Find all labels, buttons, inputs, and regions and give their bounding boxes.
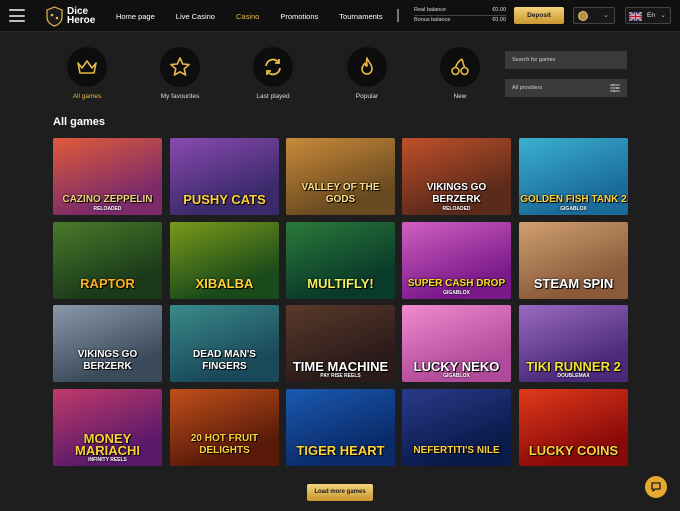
cherries-icon — [451, 58, 469, 76]
game-title: PUSHY CATS — [183, 192, 266, 207]
game-tile[interactable]: MULTIFLY! — [286, 222, 395, 299]
game-title: XIBALBA — [195, 276, 254, 291]
game-subtitle: GIGABLOX — [443, 290, 470, 296]
nav-casino[interactable]: Casino — [236, 12, 259, 21]
language-select[interactable]: En ⌄ — [625, 7, 671, 24]
category-label: My favourites — [160, 93, 200, 100]
currency-select[interactable]: ⌄ — [573, 7, 615, 24]
game-title: TIGER HEART — [296, 443, 385, 458]
category-label: All games — [72, 93, 102, 100]
game-tile[interactable]: CAZINO ZEPPELIN RELOADED — [53, 138, 162, 215]
nav-tournaments[interactable]: Tournaments — [339, 12, 382, 21]
real-balance-label: Real balance — [414, 7, 447, 13]
game-title: SUPER CASH DROP — [407, 278, 506, 289]
chat-button[interactable] — [645, 476, 667, 498]
chevron-down-icon: ⌄ — [603, 12, 609, 19]
game-tile[interactable]: DEAD MAN'S FINGERS — [170, 305, 279, 382]
game-subtitle: INFINITY REELS — [88, 457, 127, 463]
main-nav: Home page Live Casino Casino Promotions … — [116, 0, 404, 32]
game-tile[interactable]: XIBALBA — [170, 222, 279, 299]
game-tile[interactable]: SUPER CASH DROP GIGABLOX — [402, 222, 511, 299]
game-tile[interactable]: VIKINGS GO BERZERK RELOADED — [402, 138, 511, 215]
game-title: LUCKY COINS — [528, 443, 619, 458]
deposit-button[interactable]: Deposit — [514, 7, 564, 24]
coin-icon — [578, 11, 588, 21]
category-label: Popular — [355, 93, 379, 100]
game-tile[interactable]: LUCKY NEKO GIGABLOX — [402, 305, 511, 382]
category-new[interactable]: New — [430, 47, 490, 100]
load-more-button[interactable]: Load more games — [307, 484, 373, 501]
game-title: RAPTOR — [80, 276, 135, 291]
section-title: All games — [53, 116, 105, 128]
game-tile[interactable]: VIKINGS GO BERZERK — [53, 305, 162, 382]
game-title: DEAD MAN'S FINGERS — [193, 349, 256, 372]
game-title: VALLEY OF THE GODS — [301, 182, 380, 205]
game-title: VIKINGS GO BERZERK — [77, 349, 138, 372]
category-last-played[interactable]: Last played — [243, 47, 303, 100]
refresh-icon — [265, 58, 281, 76]
nav-home-page[interactable]: Home page — [116, 12, 155, 21]
game-subtitle: GIGABLOX — [443, 373, 470, 379]
chat-icon — [651, 482, 661, 492]
nav-promotions[interactable]: Promotions — [280, 12, 318, 21]
game-title: MULTIFLY! — [307, 276, 374, 291]
shield-logo-icon — [46, 5, 63, 27]
category-label: Last played — [256, 93, 290, 100]
game-title: TIME MACHINE — [292, 359, 389, 374]
logo[interactable]: Dice Heroe — [46, 5, 95, 27]
game-tile[interactable]: TIKI RUNNER 2 DOUBLEMAX — [519, 305, 628, 382]
game-tile[interactable]: PUSHY CATS — [170, 138, 279, 215]
game-title: 20 HOT FRUIT DELIGHTS — [190, 433, 259, 456]
game-title: NEFERTITI'S NILE — [413, 445, 500, 456]
game-tile[interactable]: LUCKY COINS — [519, 389, 628, 466]
balance-separator — [397, 9, 399, 22]
game-tile[interactable]: GOLDEN FISH TANK 2 GIGABLOX — [519, 138, 628, 215]
game-tile[interactable]: STEAM SPIN — [519, 222, 628, 299]
top-bar: Dice Heroe Home page Live Casino Casino … — [0, 0, 680, 32]
game-title: GOLDEN FISH TANK 2 — [520, 194, 627, 205]
menu-icon[interactable] — [9, 9, 25, 22]
language-label: En — [647, 12, 655, 19]
game-title: LUCKY NEKO — [413, 359, 500, 374]
crown-icon — [77, 60, 97, 74]
game-tile[interactable]: RAPTOR — [53, 222, 162, 299]
game-subtitle: PAY RISE REELS — [320, 373, 361, 379]
chevron-down-icon: ⌄ — [660, 12, 666, 19]
game-tile[interactable]: TIGER HEART — [286, 389, 395, 466]
balances: Real balance €0.00 Bonus balance €0.00 — [397, 5, 506, 25]
game-tile[interactable]: MONEY MARIACHI INFINITY REELS — [53, 389, 162, 466]
game-title: TIKI RUNNER 2 — [526, 359, 621, 374]
game-title: VIKINGS GO BERZERK — [426, 182, 487, 205]
nav-live-casino[interactable]: Live Casino — [176, 12, 215, 21]
flame-icon — [361, 57, 373, 75]
game-tile[interactable]: NEFERTITI'S NILE — [402, 389, 511, 466]
category-my-favourites[interactable]: My favourites — [150, 47, 210, 100]
category-popular[interactable]: Popular — [337, 47, 397, 100]
star-icon — [170, 57, 190, 76]
game-title: STEAM SPIN — [533, 276, 614, 291]
providers-select[interactable]: All providers — [505, 79, 627, 97]
balance-divider — [414, 15, 506, 16]
game-subtitle: RELOADED — [93, 206, 122, 212]
game-title: CAZINO ZEPPELIN — [62, 194, 153, 205]
category-all-games[interactable]: All games — [57, 47, 117, 100]
uk-flag-icon — [629, 12, 642, 21]
game-tile[interactable]: TIME MACHINE PAY RISE REELS — [286, 305, 395, 382]
game-subtitle: DOUBLEMAX — [557, 373, 590, 379]
game-tile[interactable]: VALLEY OF THE GODS — [286, 138, 395, 215]
providers-label: All providers — [512, 85, 543, 91]
game-subtitle: RELOADED — [442, 206, 471, 212]
search-input[interactable] — [505, 51, 627, 69]
logo-text-line2: Heroe — [67, 15, 96, 26]
game-subtitle: GIGABLOX — [560, 206, 587, 212]
bonus-balance-value: €0.00 — [492, 17, 506, 23]
real-balance-value: €0.00 — [492, 7, 506, 13]
bonus-balance-label: Bonus balance — [414, 17, 451, 23]
filter-icon — [610, 84, 620, 92]
game-tile[interactable]: 20 HOT FRUIT DELIGHTS — [170, 389, 279, 466]
category-label: New — [453, 93, 467, 100]
game-title: MONEY MARIACHI — [75, 431, 140, 458]
